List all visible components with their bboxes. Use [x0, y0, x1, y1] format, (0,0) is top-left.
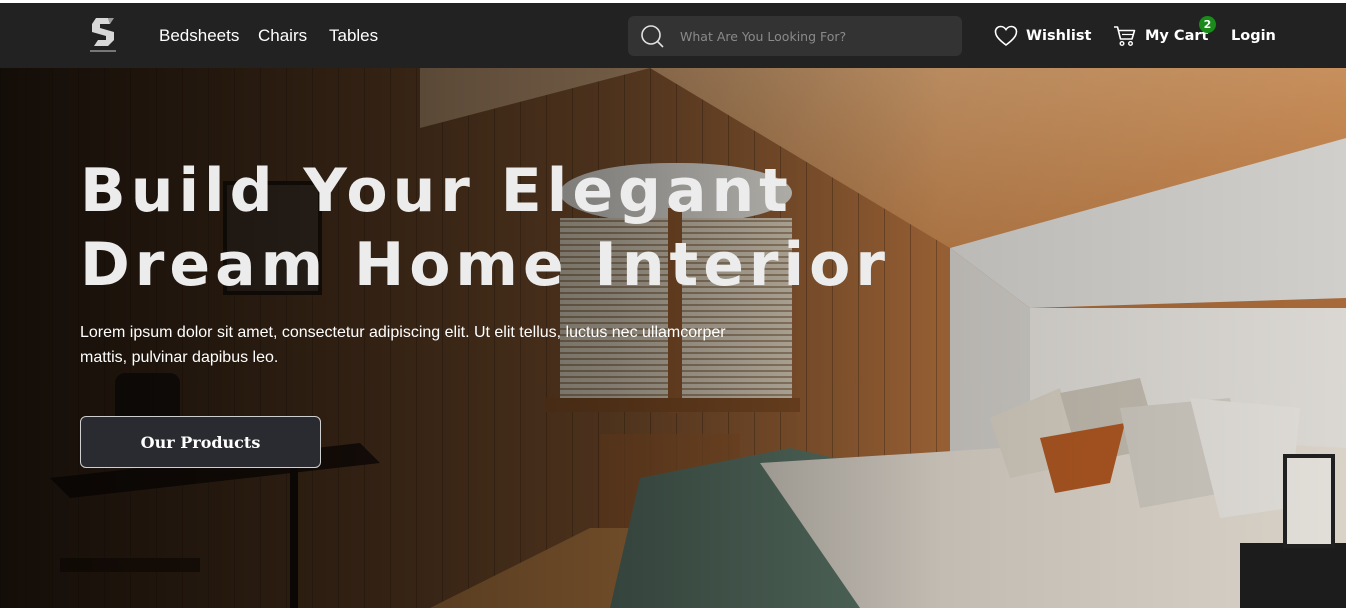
logo[interactable] — [88, 16, 118, 56]
cart-label: My Cart — [1145, 28, 1209, 44]
hero-title-line-1: Build Your Elegant — [80, 156, 793, 226]
hero-description-line-1: Lorem ipsum dolor sit amet, consectetur … — [80, 324, 726, 341]
spacehome-logo-icon — [90, 18, 116, 52]
search-input[interactable] — [680, 16, 950, 56]
our-products-button[interactable]: Our Products — [80, 416, 321, 468]
hero-description-line-2: mattis, pulvinar dapibus leo. — [80, 349, 279, 366]
hero-title-line-2: Dream Home Interior — [80, 230, 890, 300]
nav-link-tables[interactable]: Tables — [329, 26, 378, 46]
wishlist-label: Wishlist — [1026, 28, 1092, 44]
hero-section: Build Your Elegant Dream Home Interior L… — [0, 68, 1346, 608]
navbar: Bedsheets Chairs Tables Wishlist My Cart… — [0, 3, 1346, 68]
cart-button[interactable]: My Cart — [1113, 23, 1208, 49]
search-icon[interactable] — [640, 24, 664, 48]
search-bar — [628, 16, 962, 56]
hero-description: Lorem ipsum dolor sit amet, consectetur … — [80, 320, 740, 370]
login-link[interactable]: Login — [1231, 23, 1276, 49]
nav-link-chairs[interactable]: Chairs — [258, 26, 307, 46]
nav-link-bedsheets[interactable]: Bedsheets — [159, 26, 239, 46]
heart-icon — [994, 25, 1018, 47]
hero-title: Build Your Elegant Dream Home Interior — [80, 154, 890, 302]
wishlist-button[interactable]: Wishlist — [994, 23, 1091, 49]
cart-count-badge: 2 — [1199, 16, 1216, 33]
cart-icon — [1114, 26, 1136, 47]
